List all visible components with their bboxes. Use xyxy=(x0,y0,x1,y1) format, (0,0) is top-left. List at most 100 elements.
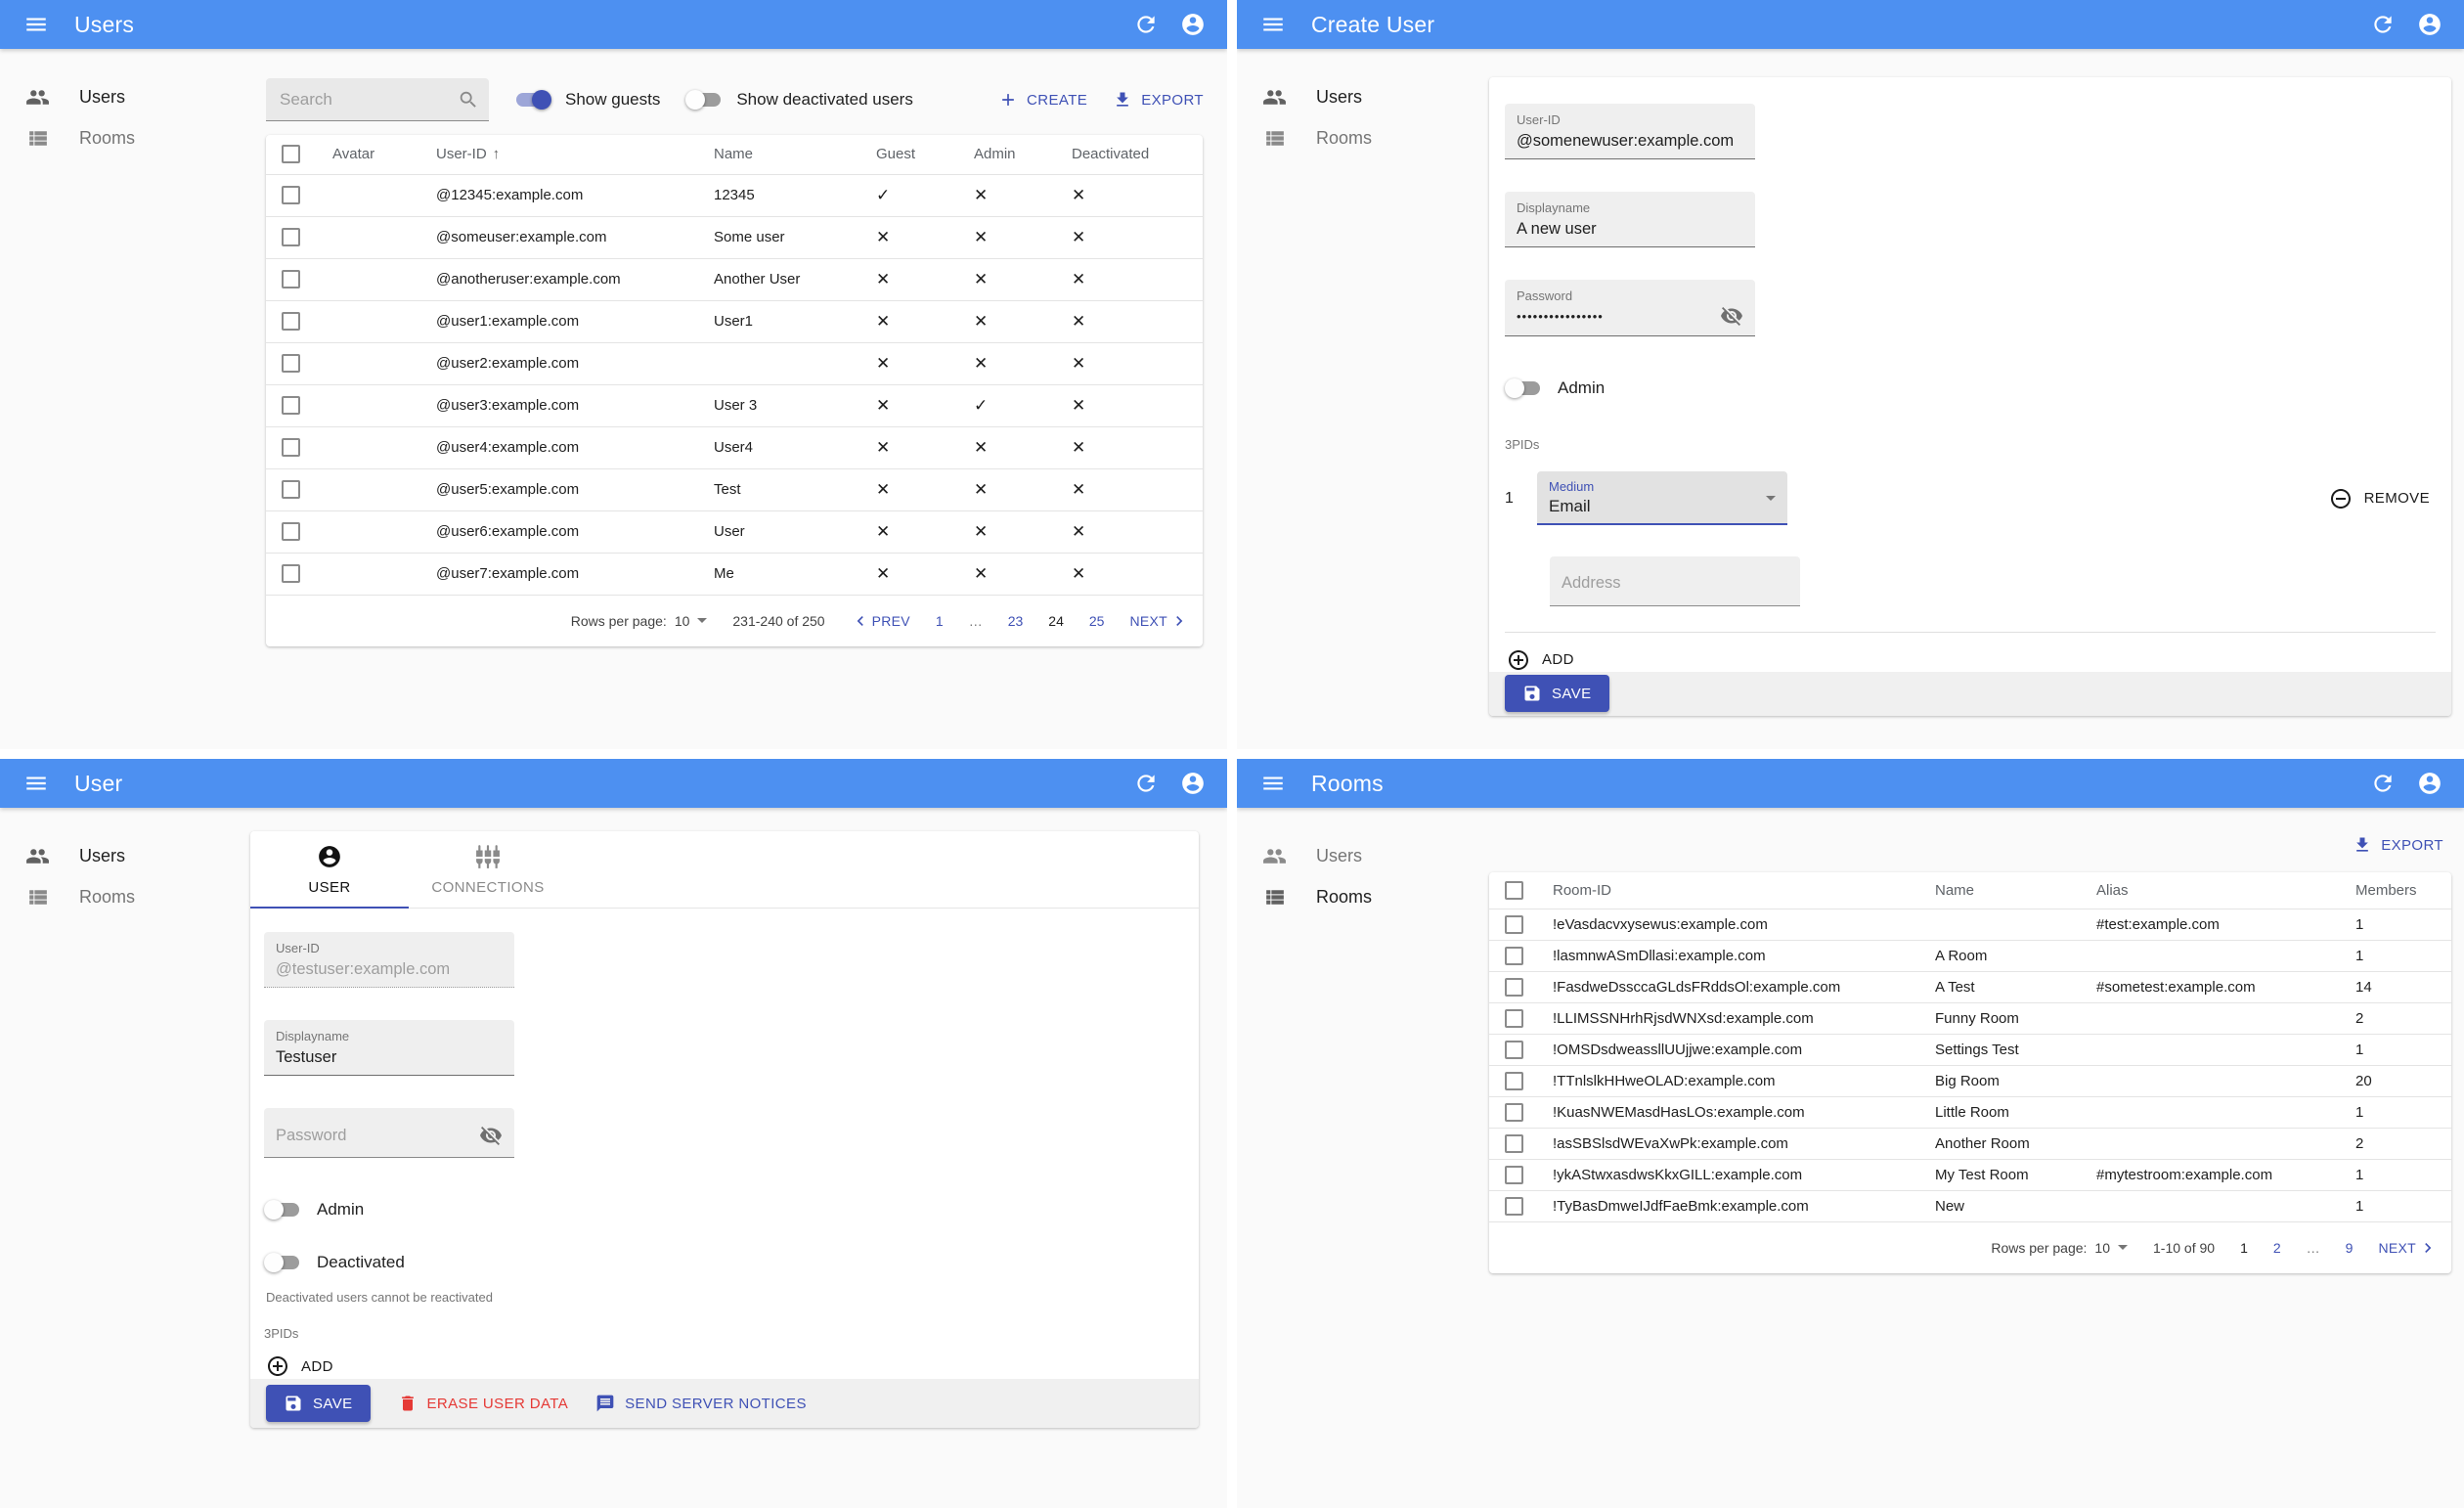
admin-toggle[interactable]: Admin xyxy=(1505,369,2436,408)
table-row[interactable]: !KuasNWEMasdHasLOs:example.com Little Roo… xyxy=(1489,1096,2451,1128)
tab-connections[interactable]: CONNECTIONS xyxy=(409,831,567,908)
export-button[interactable]: EXPORT xyxy=(2345,829,2451,861)
row-checkbox[interactable] xyxy=(1505,946,1523,965)
menu-icon[interactable] xyxy=(1260,771,1286,796)
row-checkbox[interactable] xyxy=(1505,1196,1523,1216)
refresh-icon[interactable] xyxy=(2370,771,2396,796)
table-row[interactable]: @user2:example.com ✕ ✕ ✕ xyxy=(266,342,1203,384)
row-checkbox[interactable] xyxy=(1505,1008,1523,1028)
save-button[interactable]: SAVE xyxy=(1505,675,1609,713)
table-row[interactable]: !eVasdacvxysewus:example.com #test:exampl… xyxy=(1489,909,2451,940)
page-button[interactable]: 9 xyxy=(2346,1240,2354,1256)
address-field[interactable]: Address xyxy=(1550,556,1800,606)
table-row[interactable]: @user7:example.com Me ✕ ✕ ✕ xyxy=(266,553,1203,595)
row-checkbox[interactable] xyxy=(282,396,300,415)
create-button[interactable]: CREATE xyxy=(990,84,1095,115)
send-server-notices-button[interactable]: SEND SERVER NOTICES xyxy=(595,1394,807,1413)
add-button[interactable]: ADD xyxy=(266,1354,333,1378)
row-checkbox[interactable] xyxy=(1505,977,1523,997)
rows-per-page[interactable]: Rows per page: 10 xyxy=(571,613,708,629)
table-row[interactable]: !lasmnwASmDllasi:example.com A Room 1 xyxy=(1489,940,2451,971)
account-icon[interactable] xyxy=(1180,771,1206,796)
account-icon[interactable] xyxy=(2417,771,2442,796)
menu-icon[interactable] xyxy=(23,12,49,37)
table-row[interactable]: !LLIMSSNHrhRjsdWNXsd:example.com Funny Ro… xyxy=(1489,1002,2451,1034)
row-checkbox[interactable] xyxy=(1505,1133,1523,1153)
table-row[interactable]: @anotheruser:example.com Another User ✕ ✕ ✕ xyxy=(266,258,1203,300)
table-row[interactable]: @user4:example.com User4 ✕ ✕ ✕ xyxy=(266,426,1203,468)
sidebar-item-rooms[interactable]: Rooms xyxy=(0,117,235,158)
table-row[interactable]: !FasdweDssccaGLdsFRddsOl:example.com A Te… xyxy=(1489,971,2451,1002)
table-row[interactable]: !TTnlslkHHweOLAD:example.com Big Room 20 xyxy=(1489,1065,2451,1096)
row-checkbox[interactable] xyxy=(282,228,300,246)
col-user-id[interactable]: User-ID ↑ xyxy=(420,135,698,174)
refresh-icon[interactable] xyxy=(2370,12,2396,37)
deactivated-toggle[interactable]: Deactivated xyxy=(264,1243,1183,1282)
table-row[interactable]: @user6:example.com User ✕ ✕ ✕ xyxy=(266,510,1203,553)
page-button[interactable]: 1 xyxy=(936,613,944,629)
row-checkbox[interactable] xyxy=(1505,914,1523,934)
col-name[interactable]: Name xyxy=(1919,872,2081,909)
displayname-field[interactable]: Displayname Testuser xyxy=(264,1020,514,1077)
visibility-off-icon[interactable] xyxy=(1720,304,1743,328)
password-field[interactable]: Password xyxy=(264,1108,514,1159)
col-name[interactable]: Name xyxy=(698,135,860,174)
password-field[interactable]: Password •••••••••••••••• xyxy=(1505,280,1755,337)
save-button[interactable]: SAVE xyxy=(266,1385,371,1422)
next-button[interactable]: NEXT xyxy=(1129,611,1189,631)
page-button[interactable]: 25 xyxy=(1089,613,1105,629)
table-row[interactable]: @user1:example.com User1 ✕ ✕ ✕ xyxy=(266,300,1203,342)
row-checkbox[interactable] xyxy=(1505,1102,1523,1122)
refresh-icon[interactable] xyxy=(1133,771,1159,796)
show-deactivated-toggle[interactable]: Show deactivated users xyxy=(685,89,913,111)
export-button[interactable]: EXPORT xyxy=(1105,84,1211,115)
col-alias[interactable]: Alias xyxy=(2081,872,2340,909)
row-checkbox[interactable] xyxy=(1505,1071,1523,1090)
sidebar-item-rooms[interactable]: Rooms xyxy=(1237,117,1472,158)
row-checkbox[interactable] xyxy=(282,564,300,583)
tab-user[interactable]: USER xyxy=(250,831,409,908)
medium-select[interactable]: Medium Email xyxy=(1537,471,1787,526)
table-row[interactable]: @user5:example.com Test ✕ ✕ ✕ xyxy=(266,468,1203,510)
displayname-field[interactable]: Displayname A new user xyxy=(1505,192,1755,248)
sidebar-item-users[interactable]: Users xyxy=(1237,76,1472,117)
table-row[interactable]: @user3:example.com User 3 ✕ ✓ ✕ xyxy=(266,384,1203,426)
toggle-off[interactable] xyxy=(685,89,723,111)
toggle-off[interactable] xyxy=(264,1252,301,1273)
row-checkbox[interactable] xyxy=(1505,1040,1523,1059)
row-checkbox[interactable] xyxy=(282,438,300,457)
row-checkbox[interactable] xyxy=(282,312,300,331)
select-all-checkbox[interactable] xyxy=(282,145,300,164)
visibility-off-icon[interactable] xyxy=(479,1124,503,1147)
sidebar-item-users[interactable]: Users xyxy=(0,835,235,876)
refresh-icon[interactable] xyxy=(1133,12,1159,37)
page-button[interactable]: 23 xyxy=(1008,613,1024,629)
menu-icon[interactable] xyxy=(1260,12,1286,37)
user-id-field[interactable]: User-ID @somenewuser:example.com xyxy=(1505,104,1755,160)
admin-toggle[interactable]: Admin xyxy=(264,1190,1183,1229)
col-members[interactable]: Members xyxy=(2340,872,2451,909)
show-guests-toggle[interactable]: Show guests xyxy=(514,89,660,111)
add-button[interactable]: ADD xyxy=(1507,648,1574,672)
search-input[interactable]: Search xyxy=(266,78,489,121)
sidebar-item-users[interactable]: Users xyxy=(1237,835,1472,876)
select-all-checkbox[interactable] xyxy=(1505,880,1523,900)
sidebar-item-rooms[interactable]: Rooms xyxy=(1237,876,1472,917)
row-checkbox[interactable] xyxy=(282,186,300,204)
table-row[interactable]: @12345:example.com 12345 ✓ ✕ ✕ xyxy=(266,174,1203,216)
row-checkbox[interactable] xyxy=(282,480,300,499)
remove-button[interactable]: REMOVE xyxy=(2329,487,2430,510)
table-row[interactable]: @someuser:example.com Some user ✕ ✕ ✕ xyxy=(266,216,1203,258)
table-row[interactable]: !ykAStwxasdwsKkxGILL:example.com My Test … xyxy=(1489,1159,2451,1190)
table-row[interactable]: !asSBSlsdWEvaXwPk:example.com Another Roo… xyxy=(1489,1128,2451,1159)
menu-icon[interactable] xyxy=(23,771,49,796)
row-checkbox[interactable] xyxy=(282,270,300,288)
sidebar-item-users[interactable]: Users xyxy=(0,76,235,117)
account-icon[interactable] xyxy=(2417,12,2442,37)
toggle-on[interactable] xyxy=(514,89,551,111)
next-button[interactable]: NEXT xyxy=(2378,1238,2438,1258)
table-row[interactable]: !OMSDsdweassllUUjjwe:example.com Settings… xyxy=(1489,1034,2451,1065)
table-row[interactable]: !TyBasDmweIJdfFaeBmk:example.com New 1 xyxy=(1489,1190,2451,1221)
account-icon[interactable] xyxy=(1180,12,1206,37)
prev-button[interactable]: PREV xyxy=(851,611,910,631)
